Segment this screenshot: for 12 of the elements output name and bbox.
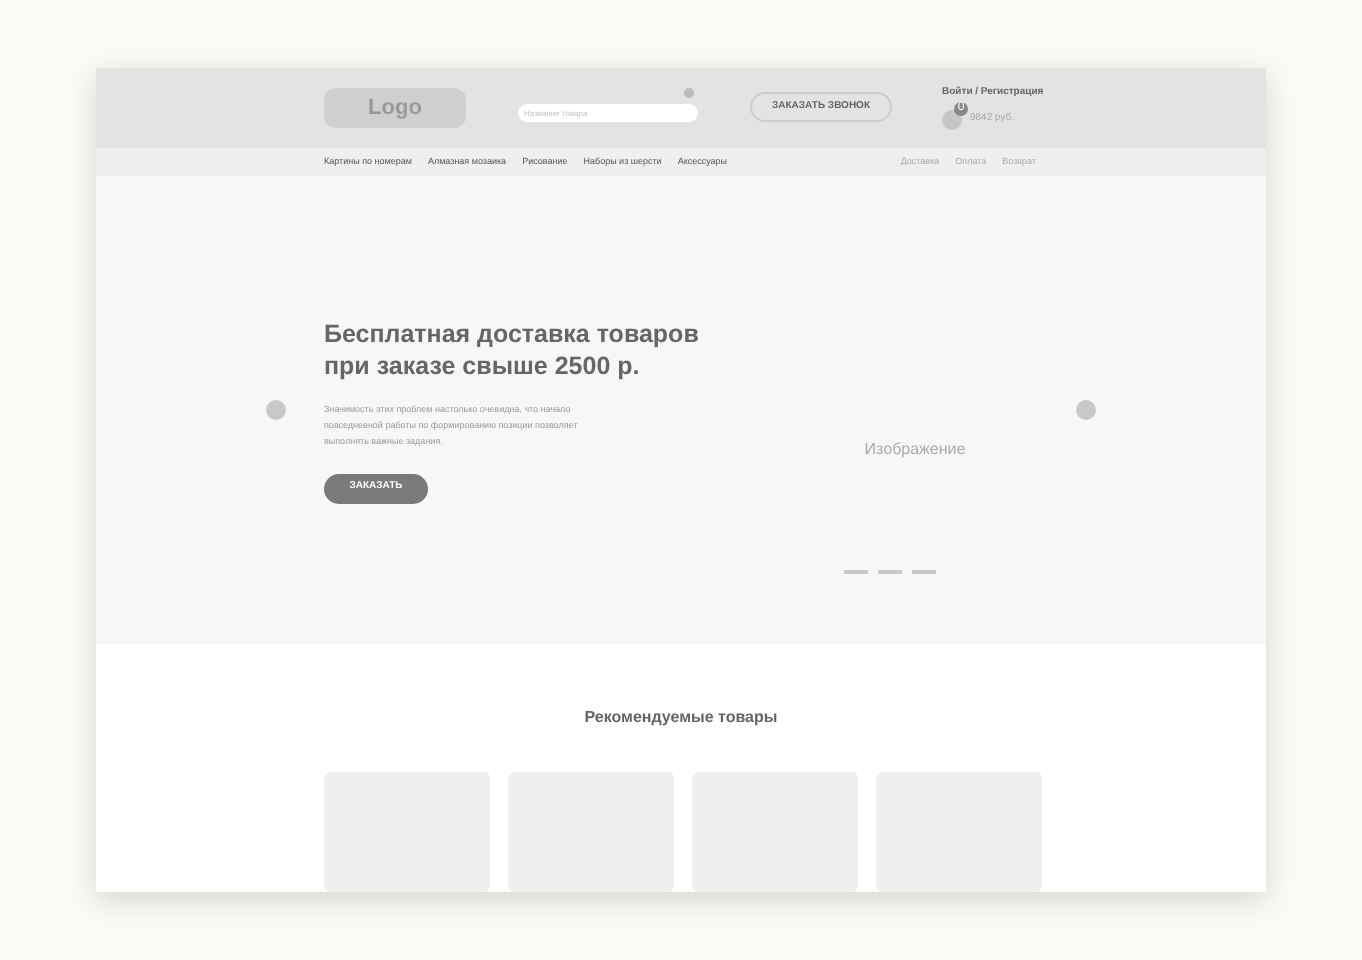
product-card[interactable] [876,772,1042,892]
hero-title: Бесплатная доставка товаров при заказе свыше 2500 р. [324,317,701,382]
image-caption: Изображение [864,438,966,463]
slide-indicator[interactable] [912,570,936,574]
slide-indicator[interactable] [844,570,868,574]
product-card[interactable] [692,772,858,892]
cart-icon[interactable] [942,109,962,130]
search-icon [684,87,694,98]
slide-indicator[interactable] [878,570,902,574]
product-card[interactable] [508,772,674,892]
product-card[interactable] [324,772,490,892]
section-title: Рекомендуемые товары [584,706,778,730]
